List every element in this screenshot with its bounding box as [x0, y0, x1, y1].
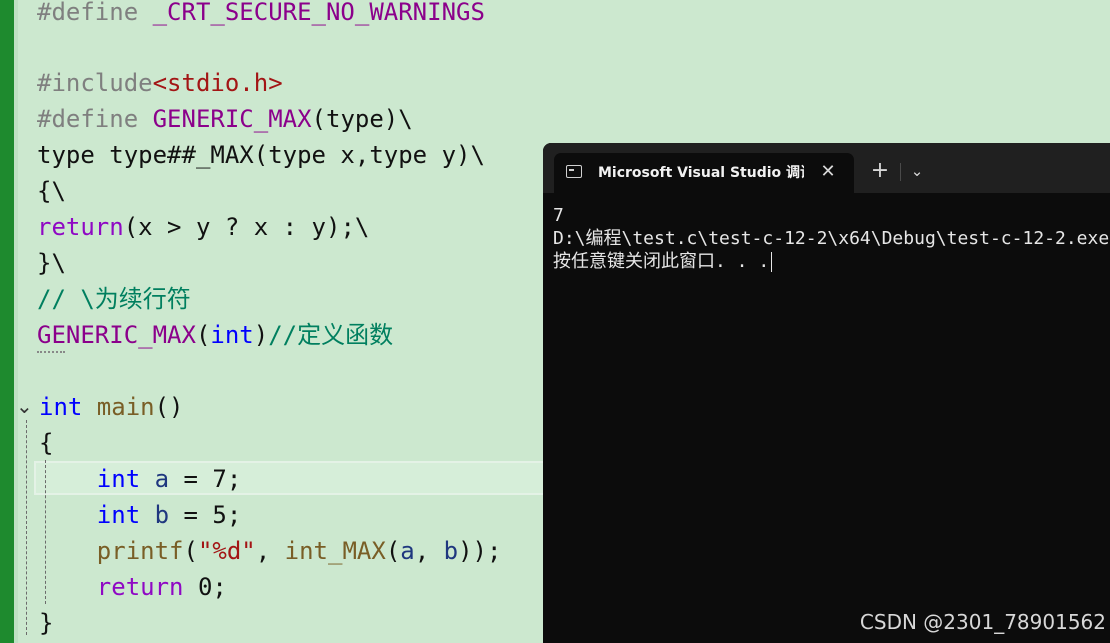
change-margin — [0, 0, 14, 643]
text-cursor — [771, 252, 773, 272]
code-token: ; — [212, 573, 227, 601]
code-token: // \为续行符 — [37, 285, 191, 313]
debug-console-window[interactable]: Microsoft Visual Studio 调试控制台 ✕ + ⌄ 7 D:… — [543, 143, 1110, 643]
code-line: printf("%d", int_MAX(a, b)); — [39, 533, 502, 569]
tab-title: Microsoft Visual Studio 调试控制台 — [598, 165, 804, 181]
code-token: return — [37, 213, 124, 241]
code-token: 0 — [197, 573, 213, 601]
close-icon[interactable]: ✕ — [818, 161, 838, 183]
code-line: GENERIC_MAX(int)//定义函数 — [37, 317, 393, 353]
code-token: () — [154, 393, 184, 421]
code-line: }\ — [37, 245, 66, 281]
code-token: #define — [37, 0, 153, 26]
code-line: {\ — [37, 173, 66, 209]
code-line: #include<stdio.h> — [37, 65, 283, 101]
code-line: return(x > y ? x : y);\ — [37, 209, 369, 245]
code-token: ; — [226, 501, 242, 529]
code-token: int — [96, 501, 155, 529]
code-line: #define GENERIC_MAX(type)\ — [37, 101, 413, 137]
code-token: int — [96, 465, 155, 493]
code-token: { — [39, 429, 54, 457]
code-line: int b = 5; — [39, 497, 242, 533]
code-token: , — [414, 537, 444, 565]
new-tab-button[interactable]: + — [868, 159, 892, 183]
code-line: #define _CRT_SECURE_NO_WARNINGS — [37, 0, 485, 30]
code-token: <stdio.h> — [152, 69, 283, 97]
code-token: printf — [96, 537, 184, 565]
code-line: int main() — [39, 389, 184, 425]
code-token: a — [400, 537, 415, 565]
glyph-margin — [14, 0, 18, 643]
code-token: a — [154, 465, 170, 493]
code-token: int — [210, 321, 254, 349]
chevron-down-icon[interactable]: ⌄ — [907, 160, 927, 182]
console-prompt-text: 按任意键关闭此窗口. . . — [553, 251, 770, 272]
code-token: //定义函数 — [268, 321, 394, 349]
code-line: type type##_MAX(type x,type y)\ — [37, 137, 485, 173]
console-output-line: 按任意键关闭此窗口. . . — [553, 250, 773, 273]
code-token: type type##_MAX(type x,type y)\ — [37, 141, 485, 169]
code-token: 7 — [212, 465, 227, 493]
code-token: b — [443, 537, 459, 565]
code-token: _CRT_SECURE_NO_WARNINGS — [152, 0, 485, 26]
code-token: = — [169, 501, 213, 529]
code-token: } — [39, 609, 54, 637]
code-token: #include — [37, 69, 153, 97]
code-token: 5 — [212, 501, 227, 529]
console-icon — [566, 165, 582, 178]
code-token: (type)\ — [311, 105, 413, 133]
code-token: ( — [385, 537, 401, 565]
code-token: ( — [183, 537, 198, 565]
code-token: (x > y ? x : y);\ — [123, 213, 370, 241]
code-token: ( — [195, 321, 211, 349]
code-token: main — [96, 393, 155, 421]
code-token: ; — [226, 465, 242, 493]
code-token: )); — [458, 537, 502, 565]
tab-divider — [900, 163, 901, 181]
intellisense-hint — [37, 347, 65, 353]
code-token: "%d" — [197, 537, 256, 565]
code-token: = — [169, 465, 213, 493]
code-token: {\ — [37, 177, 66, 205]
code-token: GENERIC_MAX — [152, 105, 312, 133]
code-token: return — [96, 573, 198, 601]
watermark: CSDN @2301_78901562 — [859, 610, 1106, 634]
code-line: return 0; — [39, 569, 227, 605]
scope-guide — [26, 420, 27, 635]
terminal-tab-bar: Microsoft Visual Studio 调试控制台 ✕ + ⌄ — [543, 143, 1110, 193]
terminal-tab[interactable]: Microsoft Visual Studio 调试控制台 ✕ — [554, 153, 854, 193]
chevron-down-icon[interactable]: ⌄ — [16, 396, 36, 416]
code-token: , — [255, 537, 285, 565]
code-token: b — [154, 501, 170, 529]
code-token: #define — [37, 105, 153, 133]
console-output-line: D:\编程\test.c\test-c-12-2\x64\Debug\test-… — [553, 228, 1110, 249]
console-output-line: 7 — [553, 205, 564, 226]
code-line: int a = 7; — [39, 461, 242, 497]
code-token: int_MAX — [284, 537, 386, 565]
code-token: int — [39, 393, 97, 421]
code-line: { — [39, 425, 53, 461]
code-token: ) — [253, 321, 269, 349]
code-line: // \为续行符 — [37, 281, 191, 317]
code-token: GENERIC_MAX — [37, 321, 196, 349]
code-line: } — [39, 605, 53, 641]
code-token: }\ — [37, 249, 66, 277]
